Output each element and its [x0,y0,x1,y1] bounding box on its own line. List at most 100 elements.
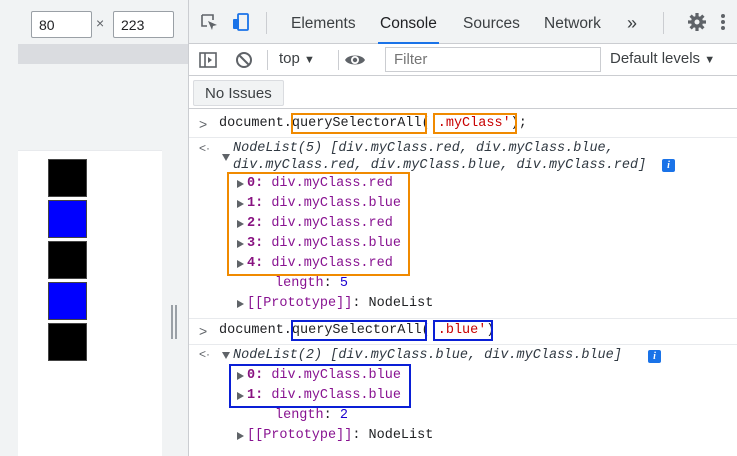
preview-box-black [48,241,87,279]
dropdown-arrow-icon: ▼ [704,54,716,66]
sidebar-toggle-icon[interactable] [198,50,218,70]
devtools-tab-bar: Elements Console Sources Network » [189,0,737,44]
result-arrow-icon: <· [199,141,211,155]
input-prompt-icon: > [199,323,208,339]
message-divider [189,137,737,138]
code-method: querySelectorAll [291,323,422,338]
inspect-element-icon[interactable] [199,12,219,32]
expand-triangle-icon[interactable] [222,352,230,359]
levels-value: Default levels [610,50,701,67]
code-close: ); [510,116,527,131]
length-key: length [275,276,324,291]
expand-triangle-icon[interactable] [237,180,244,188]
settings-gear-icon[interactable] [687,12,707,32]
expand-triangle-icon[interactable] [237,372,244,380]
issues-row: No Issues [189,77,737,109]
code-paren: ( [421,116,430,131]
item-index: 1 [247,388,256,403]
expand-triangle-icon[interactable] [237,300,244,308]
tab-network[interactable]: Network [542,0,603,44]
viewport-resize-handle[interactable] [171,305,177,339]
code-object: document. [219,116,292,131]
tab-sources[interactable]: Sources [461,0,522,44]
console-command: document.querySelectorAll('.blue') [219,321,494,341]
code-argument: '.myClass' [429,116,511,131]
list-item[interactable]: 0: div.myClass.red [247,174,393,194]
live-expression-eye-icon[interactable] [343,50,367,70]
item-index: 0 [247,176,256,191]
info-icon[interactable]: i [662,159,675,172]
device-toolbar-icon[interactable] [231,12,251,32]
expand-triangle-icon[interactable] [222,154,230,161]
length-value: 2 [339,408,348,423]
expand-triangle-icon[interactable] [237,260,244,268]
expand-triangle-icon[interactable] [237,392,244,400]
code-paren: ( [421,323,430,338]
console-filter-input[interactable] [385,47,601,72]
length-property: length: 2 [275,408,348,423]
list-item[interactable]: 2: div.myClass.red [247,214,393,234]
tab-separator [266,12,267,34]
expand-triangle-icon[interactable] [237,220,244,228]
device-viewport-pane: × [0,0,188,456]
info-icon[interactable]: i [648,350,661,363]
prototype-key: [[Prototype]] [247,296,353,311]
list-item[interactable]: 3: div.myClass.blue [247,234,401,254]
console-toolbar: top ▼ Default levels ▼ [189,44,737,76]
code-method: querySelectorAll [291,116,422,131]
clear-console-icon[interactable] [234,50,254,70]
list-item[interactable]: 0: div.myClass.blue [247,366,401,386]
more-options-icon[interactable] [717,12,729,32]
length-value: 5 [339,276,348,291]
dimension-times-symbol: × [96,15,105,31]
preview-box-black [48,323,87,361]
toolbar-separator [267,50,268,70]
code-argument: '.blue' [429,323,487,338]
devtools-panel: Elements Console Sources Network » top ▼… [188,0,737,456]
expand-triangle-icon[interactable] [237,432,244,440]
prototype-value: NodeList [368,428,434,443]
expand-triangle-icon[interactable] [237,200,244,208]
viewport-width-input[interactable] [31,11,92,38]
expand-triangle-icon[interactable] [237,240,244,248]
page-preview [18,150,162,456]
list-item[interactable]: 1: div.myClass.blue [247,386,401,406]
list-item[interactable]: 1: div.myClass.blue [247,194,401,214]
message-divider [189,318,737,319]
item-value: div.myClass.blue [271,388,401,403]
media-query-ruler [18,44,188,64]
nodelist-summary[interactable]: NodeList(2) [div.myClass.blue, div.myCla… [233,346,622,366]
code-object: document. [219,323,292,338]
more-tabs-button[interactable]: » [625,0,639,44]
preview-box-blue [48,200,87,238]
context-value: top [279,50,300,67]
prototype-key: [[Prototype]] [247,428,353,443]
length-key: length [275,408,324,423]
tab-elements[interactable]: Elements [289,0,358,44]
prototype-property[interactable]: [[Prototype]]: NodeList [247,426,433,446]
result-arrow-icon: <· [199,347,211,361]
item-index: 1 [247,196,256,211]
log-levels-dropdown[interactable]: Default levels ▼ [610,50,715,67]
list-item[interactable]: 4: div.myClass.red [247,254,393,274]
console-command: document.querySelectorAll('.myClass'); [219,114,527,134]
item-value: div.myClass.blue [271,368,401,383]
code-close: ) [486,323,495,338]
prototype-property[interactable]: [[Prototype]]: NodeList [247,294,433,314]
toolbar-separator [338,50,339,70]
message-divider [189,344,737,345]
context-selector[interactable]: top ▼ [279,50,315,67]
tab-console[interactable]: Console [378,0,439,44]
preview-box-blue [48,282,87,320]
item-value: div.myClass.red [271,216,393,231]
item-index: 4 [247,256,256,271]
item-value: div.myClass.blue [271,236,401,251]
input-prompt-icon: > [199,116,208,132]
item-value: div.myClass.red [271,176,393,191]
viewport-height-input[interactable] [113,11,174,38]
preview-box-black [48,159,87,197]
length-property: length: 5 [275,276,348,291]
dropdown-arrow-icon: ▼ [304,54,315,66]
item-index: 2 [247,216,256,231]
no-issues-button[interactable]: No Issues [193,80,284,106]
